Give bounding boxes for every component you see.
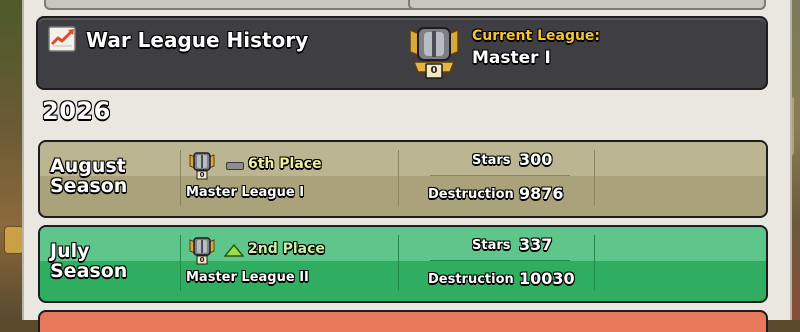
season-name-line2: Season — [50, 260, 128, 282]
season-card-july[interactable]: July Season 0 2nd Place Master League II… — [38, 225, 768, 303]
season-name-line1: August — [50, 155, 126, 177]
destruction-label: Destruction — [428, 187, 514, 202]
side-shield-icon — [4, 226, 24, 254]
league-badge-icon: 0 — [188, 235, 216, 265]
season-name: July Season — [50, 241, 127, 281]
divider — [180, 150, 181, 206]
year-heading: 2026 — [42, 97, 111, 125]
current-league-badge-number: 0 — [430, 65, 438, 76]
header-title: War League History — [86, 28, 309, 52]
league-badge-number: 0 — [199, 171, 205, 179]
no-change-icon — [226, 162, 244, 170]
season-league: Master League I — [186, 185, 305, 200]
league-badge-icon: 0 — [188, 150, 216, 180]
stars-value: 337 — [519, 235, 553, 254]
top-tab-right[interactable] — [408, 0, 766, 10]
promotion-arrow-icon — [223, 243, 245, 257]
destruction-value: 10030 — [519, 269, 575, 288]
card-highlight — [40, 227, 766, 261]
current-league-label: Current League: — [472, 28, 601, 44]
underline — [430, 260, 570, 261]
season-league: Master League II — [186, 270, 309, 285]
divider — [180, 235, 181, 291]
divider — [398, 235, 399, 291]
divider — [594, 235, 595, 291]
league-header: War League History 0 Current League: Mas… — [36, 16, 768, 90]
season-place: 2nd Place — [248, 241, 325, 257]
stars-label: Stars — [472, 238, 511, 253]
history-chart-icon — [48, 26, 78, 52]
underline — [430, 175, 570, 176]
card-highlight — [40, 142, 766, 176]
season-name: August Season — [50, 156, 127, 196]
stars-label: Stars — [472, 153, 511, 168]
current-league-badge-icon: 0 — [406, 22, 462, 80]
top-tab-left[interactable] — [44, 0, 418, 10]
current-league-value: Master I — [472, 48, 551, 68]
destruction-label: Destruction — [428, 272, 514, 287]
league-badge-number: 0 — [199, 256, 205, 264]
season-card-august[interactable]: August Season 0 6th Place Master League … — [38, 140, 768, 218]
season-name-line1: July — [50, 240, 90, 262]
destruction-value: 9876 — [519, 184, 564, 203]
season-card-next[interactable] — [38, 310, 768, 332]
stars-value: 300 — [519, 150, 553, 169]
season-name-line2: Season — [50, 175, 128, 197]
divider — [398, 150, 399, 206]
season-place: 6th Place — [248, 156, 322, 172]
divider — [594, 150, 595, 206]
